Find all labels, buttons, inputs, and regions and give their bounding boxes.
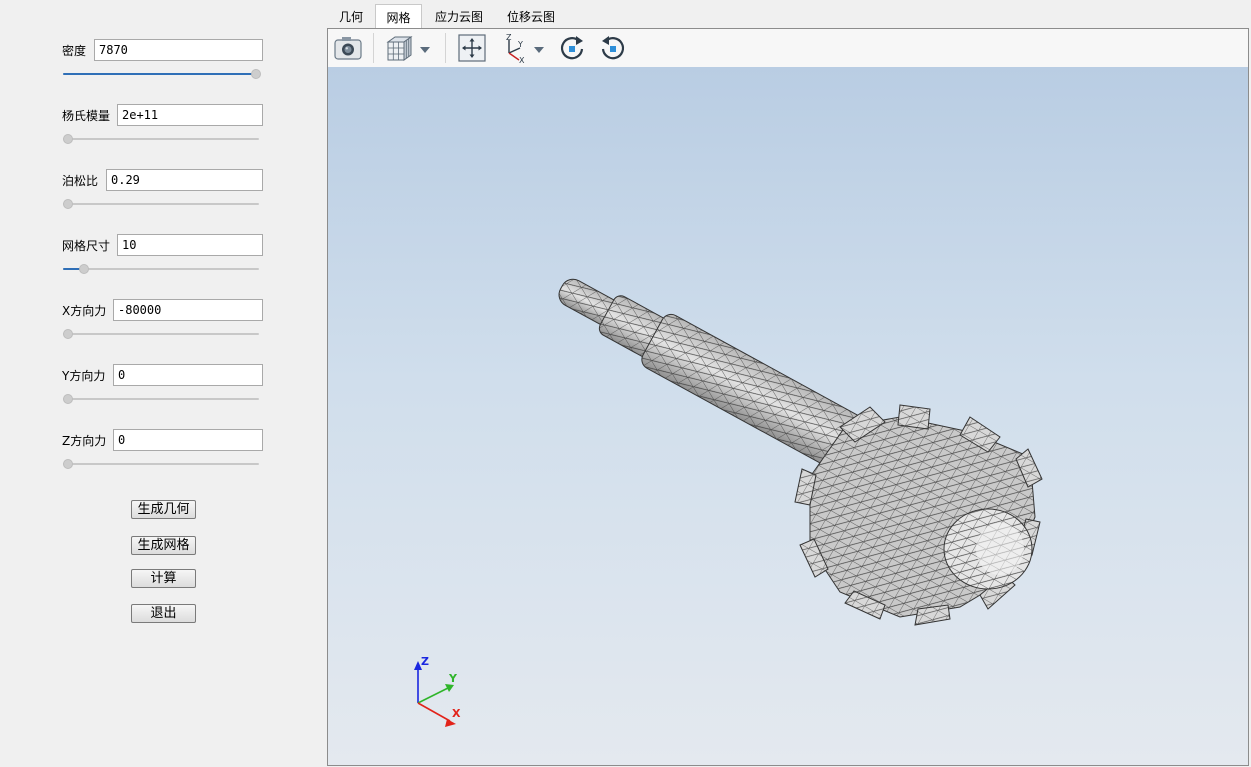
y-force-slider-handle[interactable] (63, 394, 73, 404)
rotate-counterclockwise-button[interactable] (598, 33, 628, 63)
fit-all-button[interactable] (457, 33, 487, 63)
x-force-label: X方向力 (62, 304, 107, 318)
density-slider-handle[interactable] (251, 69, 261, 79)
mesh-size-slider[interactable] (63, 263, 259, 275)
poisson-ratio-slider-handle[interactable] (63, 199, 73, 209)
z-axis-label: Z (421, 655, 429, 668)
tab-stress-contour[interactable]: 应力云图 (428, 5, 490, 29)
view-mode-dropdown[interactable] (384, 33, 430, 63)
rotate-clockwise-icon (560, 36, 584, 60)
meshed-gear-shaft-model[interactable] (547, 261, 1043, 626)
y-force-slider[interactable] (63, 393, 259, 405)
rotate-counterclockwise-icon (601, 36, 625, 60)
z-force-label: Z方向力 (62, 434, 107, 448)
camera-icon (334, 37, 362, 60)
youngs-modulus-slider-handle[interactable] (63, 134, 73, 144)
youngs-modulus-slider[interactable] (63, 133, 259, 145)
generate-geometry-button[interactable]: 生成几何 (131, 500, 196, 519)
fit-all-icon (458, 34, 486, 62)
density-input[interactable] (94, 39, 263, 61)
poisson-ratio-slider[interactable] (63, 198, 259, 210)
generate-mesh-button[interactable]: 生成网格 (131, 536, 196, 555)
axes-orientation-icon: Z Y X (506, 33, 525, 65)
screenshot-button[interactable] (332, 33, 364, 63)
svg-text:Y: Y (517, 40, 523, 49)
tab-displacement-contour[interactable]: 位移云图 (500, 5, 562, 29)
rotate-clockwise-button[interactable] (557, 33, 587, 63)
y-axis-label: Y (448, 672, 458, 685)
chevron-down-icon (534, 47, 544, 53)
tab-mesh[interactable]: 网格 (375, 4, 422, 30)
tab-geometry[interactable]: 几何 (333, 5, 369, 29)
youngs-modulus-label: 杨氏模量 (62, 109, 111, 123)
chevron-down-icon (420, 47, 430, 53)
axis-triad: Z Y X (414, 655, 461, 727)
axes-orientation-dropdown[interactable]: Z Y X (500, 33, 546, 65)
viewer-toolbar: Z Y X (328, 29, 1248, 68)
y-force-label: Y方向力 (62, 369, 106, 383)
exit-button[interactable]: 退出 (131, 604, 196, 623)
x-force-input[interactable] (113, 299, 263, 321)
view-cube-icon (386, 36, 413, 61)
poisson-ratio-label: 泊松比 (62, 174, 99, 188)
viewer-panel: Z Y X Z Y X (327, 28, 1249, 766)
mesh-size-label: 网格尺寸 (62, 239, 111, 253)
svg-text:Z: Z (506, 33, 512, 42)
x-force-slider[interactable] (63, 328, 259, 340)
z-force-input[interactable] (113, 429, 263, 451)
compute-button[interactable]: 计算 (131, 569, 196, 588)
x-axis-label: X (452, 707, 461, 720)
youngs-modulus-input[interactable] (117, 104, 263, 126)
3d-viewport[interactable]: Z Y X (328, 67, 1248, 765)
z-force-slider-handle[interactable] (63, 459, 73, 469)
mesh-size-input[interactable] (117, 234, 263, 256)
density-slider[interactable] (63, 68, 261, 80)
x-force-slider-handle[interactable] (63, 329, 73, 339)
mesh-size-slider-handle[interactable] (79, 264, 89, 274)
z-force-slider[interactable] (63, 458, 259, 470)
y-force-input[interactable] (113, 364, 263, 386)
poisson-ratio-input[interactable] (106, 169, 263, 191)
density-label: 密度 (62, 44, 87, 58)
svg-text:X: X (519, 56, 525, 63)
